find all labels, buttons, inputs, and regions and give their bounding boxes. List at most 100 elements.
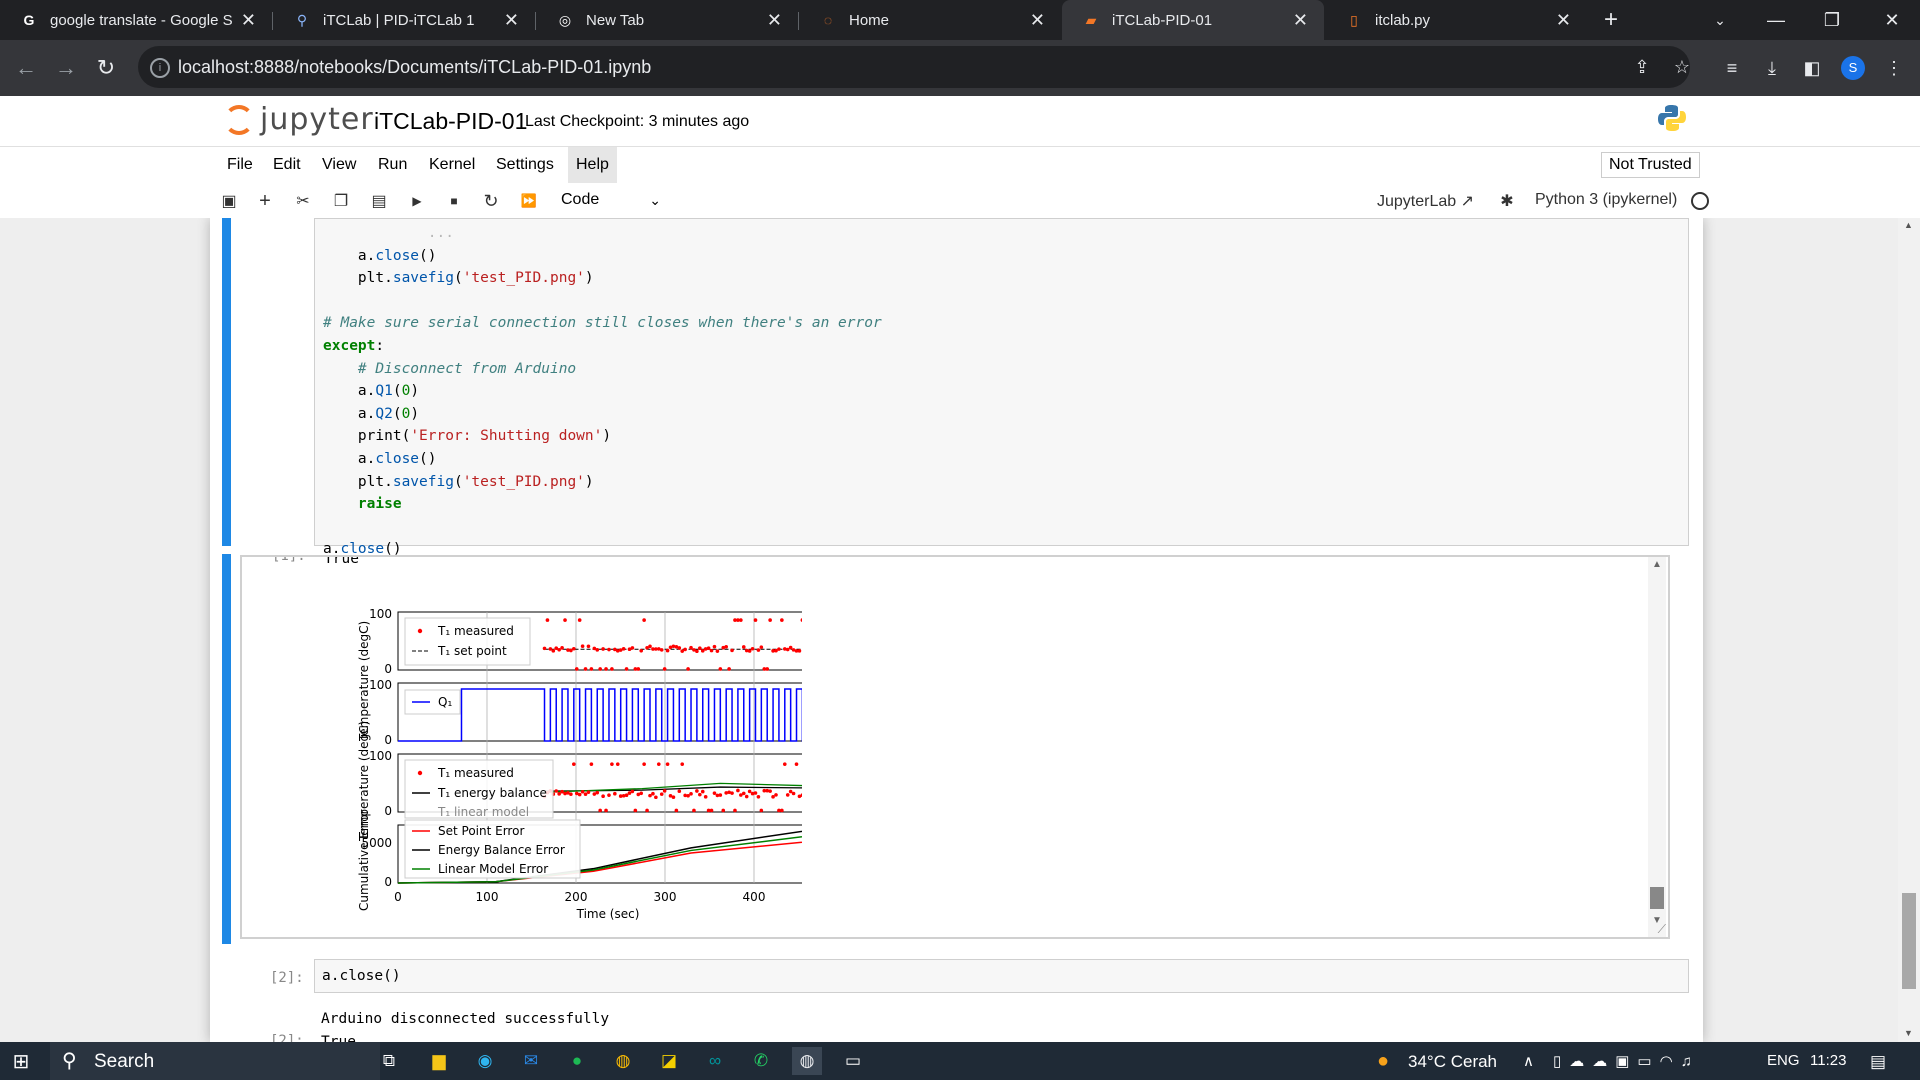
jupyterlab-link-label: JupyterLab bbox=[1377, 193, 1457, 210]
measured-point bbox=[572, 646, 576, 651]
close-tab-icon[interactable]: ✕ bbox=[767, 10, 782, 30]
weather-icon[interactable]: ● bbox=[1368, 1047, 1398, 1075]
close-tab-icon[interactable]: ✕ bbox=[1556, 10, 1571, 30]
code-text: ... a.close() plt.savefig('test_PID.png'… bbox=[323, 225, 882, 558]
stop-icon[interactable]: ■ bbox=[441, 188, 467, 214]
tray-icons[interactable]: ▯☁☁▣▭◠♫ bbox=[1553, 1052, 1700, 1070]
scroll-up-icon[interactable]: ▲ bbox=[1652, 559, 1662, 570]
measured-point bbox=[703, 795, 708, 799]
avatar[interactable]: S bbox=[1841, 56, 1865, 80]
close-tab-icon[interactable]: ✕ bbox=[504, 10, 519, 30]
forward-icon[interactable]: → bbox=[48, 50, 84, 86]
windows-start-icon[interactable]: ⊞ bbox=[6, 1047, 36, 1075]
code-cell-input[interactable]: ... a.close() plt.savefig('test_PID.png'… bbox=[314, 218, 1689, 557]
notification-icon[interactable]: ▤ bbox=[1870, 1052, 1886, 1072]
page-scrollbar[interactable]: ▲ ▼ bbox=[1898, 218, 1920, 1042]
measured-point bbox=[621, 647, 626, 651]
restart-icon[interactable]: ↻ bbox=[478, 188, 504, 214]
file-icon: ▯ bbox=[1350, 11, 1358, 28]
close-tab-icon[interactable]: ✕ bbox=[241, 10, 256, 30]
tab-title: iTCLab | PID-iTCLab 1 bbox=[323, 11, 475, 29]
reload-icon[interactable]: ↻ bbox=[88, 50, 124, 86]
menu-view[interactable]: View bbox=[314, 147, 364, 183]
close-tab-icon[interactable]: ✕ bbox=[1293, 10, 1308, 30]
tray-chevron-icon[interactable]: ∧ bbox=[1523, 1052, 1534, 1070]
media-icon[interactable]: ≡ bbox=[1718, 54, 1746, 82]
copy-icon[interactable]: ❐ bbox=[328, 188, 354, 214]
scroll-up-icon[interactable]: ▲ bbox=[1904, 220, 1913, 230]
legend-label: Linear Model Error bbox=[438, 862, 548, 876]
address-bar[interactable]: i localhost:8888/notebooks/Documents/iTC… bbox=[138, 46, 1690, 88]
share-icon[interactable]: ⇪ bbox=[1628, 53, 1656, 81]
resize-handle-icon[interactable]: ⟋ bbox=[1658, 922, 1666, 937]
tab-title: iTCLab-PID-01 bbox=[1112, 11, 1213, 29]
output-scroll-area[interactable]: [1]: True ▲ ▼ ⟋ 100 0 100 0 100 0 5000 0… bbox=[240, 555, 1670, 939]
measured-point bbox=[604, 667, 608, 671]
edge-icon[interactable]: ◉ bbox=[470, 1047, 500, 1075]
paste-icon[interactable]: ▤ bbox=[366, 188, 392, 214]
weather-text[interactable]: 34°C Cerah bbox=[1408, 1052, 1497, 1072]
jupyter-logo[interactable]: jupyter bbox=[224, 102, 374, 137]
whatsapp-icon[interactable]: ✆ bbox=[746, 1047, 776, 1075]
chrome-active-icon[interactable]: ◍ bbox=[792, 1047, 822, 1075]
browser-tab-active[interactable]: ▰ iTCLab-PID-01 ✕ bbox=[1062, 0, 1324, 40]
cell-type-select[interactable]: Code ⌄ bbox=[554, 187, 665, 213]
language-indicator[interactable]: ENG bbox=[1767, 1052, 1800, 1069]
chrome-icon[interactable]: ◍ bbox=[608, 1047, 638, 1075]
taskbar-search[interactable]: ⚲ Search bbox=[50, 1042, 380, 1080]
bookmark-star-icon[interactable]: ☆ bbox=[1668, 53, 1696, 81]
menu-settings[interactable]: Settings bbox=[488, 147, 562, 183]
file-explorer-icon[interactable]: ▆ bbox=[424, 1047, 454, 1075]
menu-kernel[interactable]: Kernel bbox=[421, 147, 483, 183]
scroll-thumb[interactable] bbox=[1650, 887, 1664, 909]
menu-icon[interactable]: ⋮ bbox=[1880, 54, 1908, 82]
run-icon[interactable]: ▶ bbox=[404, 188, 430, 214]
output-scrollbar[interactable]: ▲ ▼ bbox=[1648, 557, 1666, 937]
scroll-thumb[interactable] bbox=[1902, 893, 1916, 989]
new-tab-icon[interactable]: + bbox=[1585, 0, 1637, 40]
debugger-icon[interactable]: ✱ bbox=[1494, 188, 1520, 214]
save-icon[interactable]: ▣ bbox=[216, 188, 242, 214]
measured-point bbox=[774, 793, 778, 797]
task-view-icon[interactable]: ⧉ bbox=[374, 1047, 404, 1075]
kernel-name[interactable]: Python 3 (ipykernel) bbox=[1535, 191, 1677, 209]
browser-tab[interactable]: ▯ itclab.py ✕ bbox=[1325, 0, 1587, 40]
back-icon[interactable]: ← bbox=[8, 50, 44, 86]
menu-file[interactable]: File bbox=[219, 147, 261, 183]
measured-point bbox=[642, 618, 646, 622]
browser-tab[interactable]: ⚲ iTCLab | PID-iTCLab 1 ✕ bbox=[273, 0, 535, 40]
restart-run-all-icon[interactable]: ⏩ bbox=[516, 188, 542, 214]
terminal-icon[interactable]: ▭ bbox=[838, 1047, 868, 1075]
info-icon[interactable]: i bbox=[150, 58, 170, 78]
measured-point bbox=[654, 795, 658, 800]
side-panel-icon[interactable]: ◧ bbox=[1798, 54, 1826, 82]
add-cell-icon[interactable]: + bbox=[252, 188, 278, 214]
notebook-name[interactable]: iTCLab-PID-01 bbox=[374, 108, 527, 135]
browser-tab[interactable]: G google translate - Google S ✕ bbox=[0, 0, 272, 40]
browser-tab[interactable]: ◎ New Tab ✕ bbox=[536, 0, 798, 40]
menu-run[interactable]: Run bbox=[370, 147, 415, 183]
close-window-icon[interactable]: ✕ bbox=[1866, 0, 1918, 40]
input-prompt: [2]: bbox=[270, 970, 304, 986]
menu-edit[interactable]: Edit bbox=[265, 147, 309, 183]
restore-icon[interactable]: ❐ bbox=[1806, 0, 1858, 40]
mail-icon[interactable]: ✉ bbox=[516, 1047, 546, 1075]
scroll-down-icon[interactable]: ▼ bbox=[1904, 1028, 1913, 1038]
minimize-icon[interactable]: — bbox=[1750, 0, 1802, 40]
download-icon[interactable]: ⤓ bbox=[1758, 54, 1786, 82]
clock[interactable]: 11:23 bbox=[1810, 1052, 1846, 1069]
code-cell-input[interactable]: a.close() bbox=[314, 959, 1689, 993]
arduino-icon[interactable]: ∞ bbox=[700, 1047, 730, 1075]
close-tab-icon[interactable]: ✕ bbox=[1030, 10, 1045, 30]
browser-tab[interactable]: ◌ Home ✕ bbox=[799, 0, 1061, 40]
menu-help[interactable]: Help bbox=[568, 147, 617, 183]
measured-point bbox=[580, 644, 585, 649]
browser-toolbar: ← → ↻ i localhost:8888/notebooks/Documen… bbox=[0, 40, 1920, 96]
tab-search-icon[interactable]: ⌄ bbox=[1694, 0, 1746, 40]
measured-point bbox=[788, 645, 793, 650]
sticky-notes-icon[interactable]: ◪ bbox=[654, 1047, 684, 1075]
trusted-status-button[interactable]: Not Trusted bbox=[1601, 152, 1700, 178]
cut-icon[interactable]: ✂ bbox=[290, 188, 316, 214]
spotify-icon[interactable]: ● bbox=[562, 1047, 592, 1075]
jupyterlab-link[interactable]: JupyterLab ↗ bbox=[1377, 191, 1474, 211]
